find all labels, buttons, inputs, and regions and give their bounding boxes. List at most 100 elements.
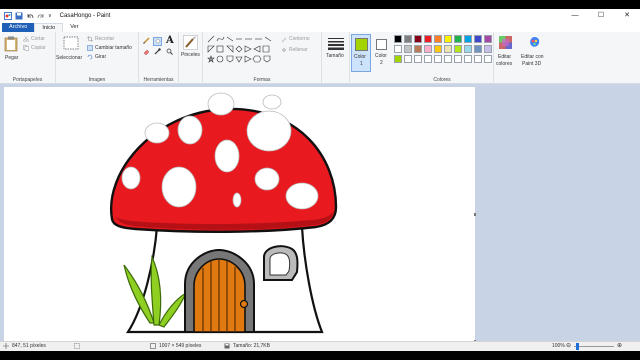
edit-colors-line1: Editar [498, 54, 512, 60]
disk-icon [224, 343, 230, 349]
color2-button[interactable]: Color 2 [373, 34, 391, 72]
rotate-button[interactable]: Girar [95, 54, 106, 60]
fill-button[interactable]: Rellenar [289, 47, 308, 53]
ribbon: Pegar Cortar Copiar Portapapeles Selecci… [0, 32, 640, 84]
rotate-icon [87, 54, 93, 60]
palette-color-swatch[interactable] [474, 45, 482, 53]
crop-icon [87, 36, 93, 42]
palette-color-swatch[interactable] [434, 55, 442, 63]
edit-colors-button[interactable]: Editar colores [495, 34, 517, 72]
palette-color-swatch[interactable] [454, 55, 462, 63]
palette-color-swatch[interactable] [444, 45, 452, 53]
maximize-button[interactable]: ☐ [588, 9, 614, 23]
paint-window: ∨ CasaHongo - Paint — ☐ ✕ Archivo Inicio… [0, 9, 640, 351]
fill-bucket-icon[interactable] [153, 37, 162, 46]
cut-button[interactable]: Cortar [31, 36, 45, 42]
palette-color-swatch[interactable] [464, 55, 472, 63]
palette-color-swatch[interactable] [414, 45, 422, 53]
ribbon-tabs: Archivo Inicio Ver [0, 23, 640, 32]
tab-file[interactable]: Archivo [2, 23, 35, 32]
brush-icon [183, 35, 198, 50]
selection-rectangle-icon [63, 36, 79, 50]
palette-color-swatch[interactable] [474, 35, 482, 43]
palette-color-swatch[interactable] [484, 45, 492, 53]
palette-color-swatch[interactable] [404, 35, 412, 43]
tab-view[interactable]: Ver [63, 23, 85, 32]
color-wheel-icon [499, 36, 512, 49]
paint3d-line2: Paint 3D [522, 61, 542, 67]
colors-group: Colores [391, 32, 494, 84]
color1-number: 1 [360, 61, 363, 67]
paint-app-icon [4, 12, 12, 20]
outline-button[interactable]: Contorno [289, 36, 310, 42]
edit-with-paint3d-button[interactable]: Editar con Paint 3D [520, 34, 548, 72]
palette-color-swatch[interactable] [434, 35, 442, 43]
select-button[interactable]: Seleccionar [56, 36, 88, 68]
close-button[interactable]: ✕ [614, 9, 640, 23]
palette-color-swatch[interactable] [484, 55, 492, 63]
shapes-group: Contorno Rellenar Formas [203, 32, 322, 84]
shapes-gallery-icon[interactable] [207, 35, 277, 65]
palette-color-swatch[interactable] [424, 35, 432, 43]
palette-color-swatch[interactable] [434, 45, 442, 53]
cursor-position: 847, 51 píxeles [12, 343, 46, 349]
palette-color-swatch[interactable] [394, 35, 402, 43]
palette-color-swatch[interactable] [474, 55, 482, 63]
text-tool-icon[interactable]: A [166, 35, 174, 46]
color-picker-icon[interactable] [154, 48, 161, 55]
palette-color-swatch[interactable] [454, 35, 462, 43]
palette-color-swatch[interactable] [424, 55, 432, 63]
cursor-position-icon [3, 343, 9, 349]
title-bar: ∨ CasaHongo - Paint — ☐ ✕ [0, 9, 640, 23]
minimize-button[interactable]: — [562, 9, 588, 23]
palette-color-swatch[interactable] [484, 35, 492, 43]
pencil-icon[interactable] [143, 37, 150, 44]
palette-color-swatch[interactable] [414, 35, 422, 43]
brushes-group[interactable]: Pinceles [179, 32, 203, 84]
redo-icon[interactable] [37, 12, 45, 20]
eraser-icon[interactable] [143, 48, 150, 55]
resize-button[interactable]: Cambiar tamaño [95, 45, 132, 51]
zoom-level: 100% [552, 343, 565, 349]
crop-button[interactable]: Recortar [95, 36, 114, 42]
palette-color-swatch[interactable] [444, 55, 452, 63]
palette-color-swatch[interactable] [454, 45, 462, 53]
magnifier-icon[interactable] [166, 48, 173, 55]
size-button[interactable]: Tamaño [322, 32, 350, 84]
window-glass [269, 252, 291, 276]
save-icon[interactable] [15, 12, 23, 20]
paste-button[interactable]: Pegar [4, 36, 20, 66]
copy-icon [23, 45, 29, 51]
qat-customize-dropdown[interactable]: ∨ [48, 13, 52, 19]
drawing-canvas[interactable] [4, 87, 475, 342]
image-group: Seleccionar Recortar Cambiar tamaño Gira… [56, 32, 139, 84]
palette-color-swatch[interactable] [404, 45, 412, 53]
palette-color-swatch[interactable] [464, 45, 472, 53]
undo-icon[interactable] [26, 12, 34, 20]
palette-color-swatch[interactable] [414, 55, 422, 63]
clipboard-icon [4, 36, 18, 52]
color1-button[interactable]: Color 1 [351, 34, 371, 72]
color2-number: 2 [380, 60, 383, 66]
size-label: Tamaño [326, 53, 344, 59]
paint3d-icon [530, 37, 540, 47]
palette-color-swatch[interactable] [424, 45, 432, 53]
cut-icon [23, 36, 29, 42]
zoom-out-button[interactable]: ⊖ [566, 342, 571, 349]
image-group-label: Imagen [88, 77, 106, 83]
zoom-slider-track[interactable] [574, 346, 614, 347]
palette-color-swatch[interactable] [394, 55, 402, 63]
edit-colors-line2: colores [496, 61, 513, 67]
canvas-resize-handle[interactable] [474, 213, 476, 216]
copy-button[interactable]: Copiar [31, 45, 46, 51]
zoom-slider-thumb[interactable] [576, 343, 579, 350]
palette-color-swatch[interactable] [394, 45, 402, 53]
tab-home[interactable]: Inicio [34, 23, 64, 32]
palette-color-swatch[interactable] [404, 55, 412, 63]
palette-color-swatch[interactable] [464, 35, 472, 43]
clipboard-group-label: Portapapeles [12, 77, 43, 83]
color2-label: Color [375, 53, 387, 59]
palette-color-swatch[interactable] [444, 35, 452, 43]
zoom-in-button[interactable]: ⊕ [617, 342, 622, 349]
canvas-area [0, 84, 640, 343]
